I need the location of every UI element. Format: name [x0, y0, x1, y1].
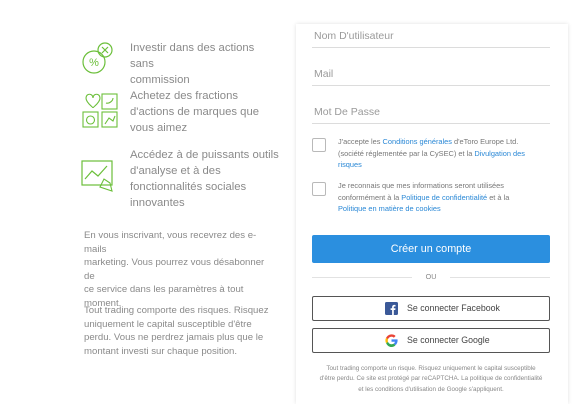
marketing-line: En vous inscrivant, vous recevrez des e-… — [84, 230, 257, 255]
username-input[interactable] — [312, 25, 552, 47]
privacy-text-part: et à la — [487, 192, 510, 202]
or-divider: OU — [312, 271, 550, 283]
risk-line: montant investi sur chaque position. — [84, 345, 238, 357]
risk-notice: Tout trading comporte des risques. Risqu… — [84, 304, 274, 358]
terms-text-part: (société réglementée par la CySEC) et la — [338, 148, 475, 158]
terms-checkbox[interactable] — [312, 138, 326, 152]
recaptcha-line: d'être perdu. Ce site est protégé par re… — [319, 375, 543, 383]
terms-text-part: d'eToro Europe Ltd. — [451, 137, 519, 146]
recaptcha-line: et les conditions d'utilisation de Googl… — [358, 385, 504, 393]
feature-line: Investir dans des actions sans — [130, 42, 255, 70]
email-field[interactable] — [312, 63, 552, 86]
facebook-login-button[interactable]: Se connecter Facebook — [312, 296, 550, 321]
terms-text: J'accepte les Conditions générales d'eTo… — [338, 136, 548, 171]
marketing-line: marketing. Vous pourrez vous désabonner … — [84, 257, 265, 282]
brand-social-icons-icon — [82, 93, 118, 128]
terms-text-part: J'accepte les — [338, 137, 383, 146]
privacy-text-part: conformément à la — [338, 192, 402, 202]
recaptcha-notice: Tout trading comporte un risque. Risquez… — [312, 364, 550, 395]
risk-line: Tout trading comporte des risques. Risqu… — [84, 305, 269, 316]
risk-line: perdu. Vous ne perdrez jamais plus que l… — [84, 332, 264, 344]
feature-line: vous aimez — [130, 122, 188, 134]
terms-conditions-link[interactable]: Conditions générales — [383, 137, 452, 146]
features-panel: % Investir dans des actions sans commiss… — [0, 0, 300, 399]
password-input[interactable] — [312, 101, 552, 123]
password-field[interactable] — [312, 101, 552, 124]
google-icon — [385, 334, 398, 347]
feature-line: innovantes — [130, 197, 185, 209]
facebook-login-label: Se connecter Facebook — [407, 303, 500, 313]
privacy-consent: Je reconnais que mes informations seront… — [312, 180, 550, 218]
marketing-line: ce service dans les paramètres à tout — [84, 284, 244, 296]
email-input[interactable] — [312, 63, 552, 85]
google-login-label: Se connecter Google — [407, 335, 490, 345]
svg-text:%: % — [89, 57, 99, 69]
feature-line: Accédez à de puissants outils — [130, 149, 279, 161]
feature-line: fonctionnalités sociales — [130, 181, 247, 193]
cookie-policy-link[interactable]: Politique en matière de cookies — [338, 204, 441, 213]
marketing-notice: En vous inscrivant, vous recevrez des e-… — [84, 229, 274, 311]
recaptcha-line: Tout trading comporte un risque. Risquez… — [326, 365, 536, 372]
feature-line: d'actions de marques que — [130, 106, 260, 118]
risk-line: uniquement le capital susceptible d'être — [84, 318, 252, 330]
privacy-text: Je reconnais que mes informations seront… — [338, 180, 548, 215]
privacy-text-part: Je reconnais que mes informations seront… — [338, 181, 504, 190]
privacy-checkbox[interactable] — [312, 182, 326, 196]
terms-consent: J'accepte les Conditions générales d'eTo… — [312, 136, 550, 174]
feature-line: Achetez des fractions — [130, 90, 239, 102]
risk-disclosure-link-cont[interactable]: risques — [338, 160, 362, 169]
create-account-button[interactable]: Créer un compte — [312, 235, 550, 263]
or-label: OU — [425, 272, 437, 281]
feature-line: commission — [130, 74, 190, 86]
feature-line: d'analyse et à des — [130, 165, 221, 177]
analysis-chart-icon — [81, 160, 113, 192]
google-login-button[interactable]: Se connecter Google — [312, 328, 550, 353]
privacy-policy-link[interactable]: Politique de confidentialité — [401, 193, 487, 202]
percent-no-commission-icon: % — [82, 42, 113, 74]
username-field[interactable] — [312, 25, 552, 48]
facebook-icon — [385, 302, 398, 315]
risk-disclosure-link[interactable]: Divulgation des — [474, 149, 525, 158]
